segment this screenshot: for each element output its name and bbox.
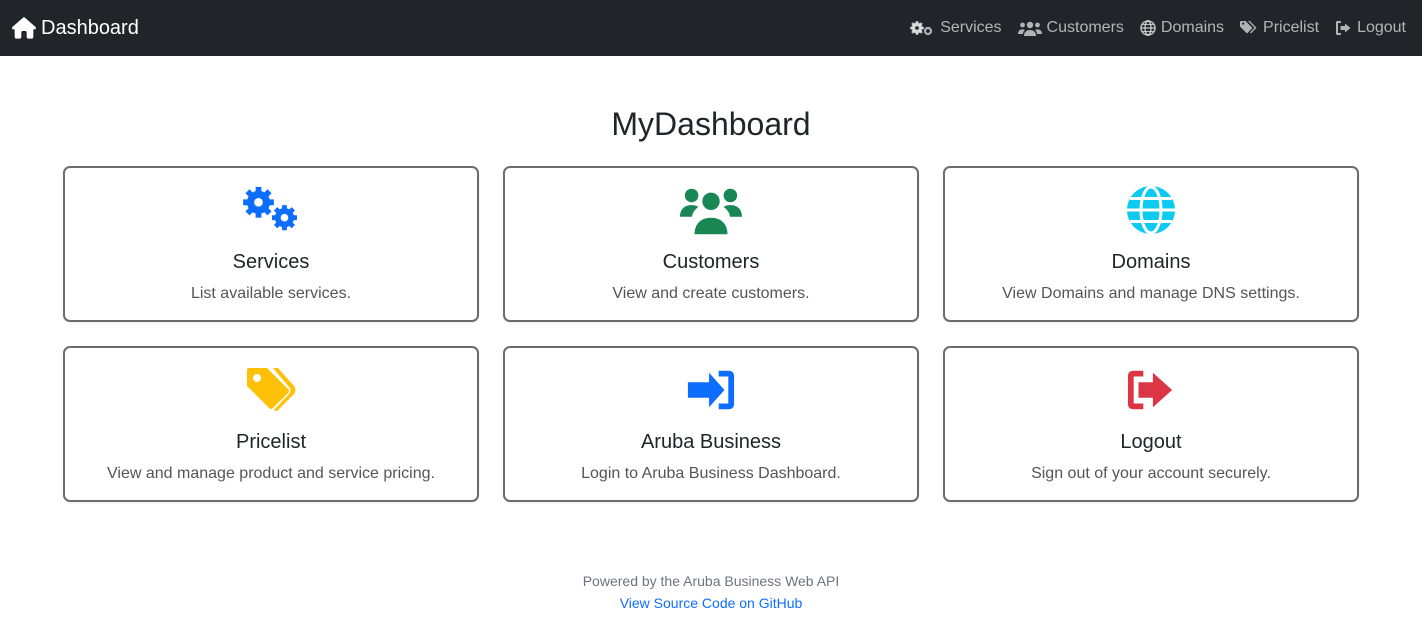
globe-icon <box>1140 20 1156 36</box>
brand-label: Dashboard <box>41 16 139 39</box>
users-icon <box>1017 21 1042 36</box>
nav-link-label: Logout <box>1357 19 1406 36</box>
card-aruba-business[interactable]: Aruba Business Login to Aruba Business D… <box>503 346 919 502</box>
card-title: Pricelist <box>235 431 306 453</box>
card-services[interactable]: Services List available services. <box>63 166 479 322</box>
nav-link-customers[interactable]: Customers <box>1017 19 1124 37</box>
nav-link-domains[interactable]: Domains <box>1140 19 1224 37</box>
card-title: Domains <box>1111 251 1191 273</box>
tags-icon <box>247 368 296 411</box>
nav-link-label: Services <box>940 19 1002 36</box>
page-title: MyDashboard <box>611 106 811 142</box>
card-description: List available services. <box>190 285 352 302</box>
card-icon-wrap <box>945 184 1357 236</box>
card-icon-wrap <box>65 184 477 236</box>
card-description: Sign out of your account securely. <box>1031 465 1271 482</box>
card-description: View Domains and manage DNS settings. <box>1002 285 1300 302</box>
tags-icon <box>1240 21 1257 34</box>
nav-link-label: Pricelist <box>1263 19 1320 36</box>
card-description: View and create customers. <box>612 285 810 302</box>
footer: Powered by the Aruba Business Web API Vi… <box>0 570 1422 614</box>
brand-link[interactable]: Dashboard <box>12 17 139 40</box>
top-navbar: Dashboard Services Customers Domains Pri… <box>0 0 1422 56</box>
card-logout[interactable]: Logout Sign out of your account securely… <box>943 346 1359 502</box>
nav-link-label: Customers <box>1046 19 1124 36</box>
nav-link-label: Domains <box>1160 19 1225 36</box>
nav-link-services[interactable]: Services <box>909 19 1002 37</box>
card-description: Login to Aruba Business Dashboard. <box>581 465 841 482</box>
logout-icon <box>1127 370 1173 410</box>
nav-link-pricelist[interactable]: Pricelist <box>1240 19 1319 37</box>
card-title: Customers <box>662 251 760 273</box>
card-title: Services <box>232 251 310 273</box>
globe-icon <box>1127 185 1175 235</box>
logout-icon <box>1336 21 1351 35</box>
home-icon <box>12 17 36 39</box>
card-icon-wrap <box>65 364 477 416</box>
card-domains[interactable]: Domains View Domains and manage DNS sett… <box>943 166 1359 322</box>
login-icon <box>687 370 735 410</box>
gears-icon <box>910 21 933 36</box>
card-title: Logout <box>1120 431 1182 453</box>
nav-link-logout[interactable]: Logout <box>1335 19 1406 37</box>
card-icon-wrap <box>945 364 1357 416</box>
card-title: Aruba Business <box>640 431 782 453</box>
card-description: View and manage product and service pric… <box>107 465 435 482</box>
github-source-link[interactable]: View Source Code on GitHub <box>620 595 803 611</box>
card-icon-wrap <box>505 364 917 416</box>
card-customers[interactable]: Customers View and create customers. <box>503 166 919 322</box>
card-pricelist[interactable]: Pricelist View and manage product and se… <box>63 346 479 502</box>
card-icon-wrap <box>505 184 917 236</box>
nav-links: Services Customers Domains Pricelist Log… <box>893 19 1406 37</box>
gears-icon <box>243 186 297 231</box>
users-icon <box>680 188 742 235</box>
powered-by-text: Powered by the Aruba Business Web API <box>582 573 840 589</box>
